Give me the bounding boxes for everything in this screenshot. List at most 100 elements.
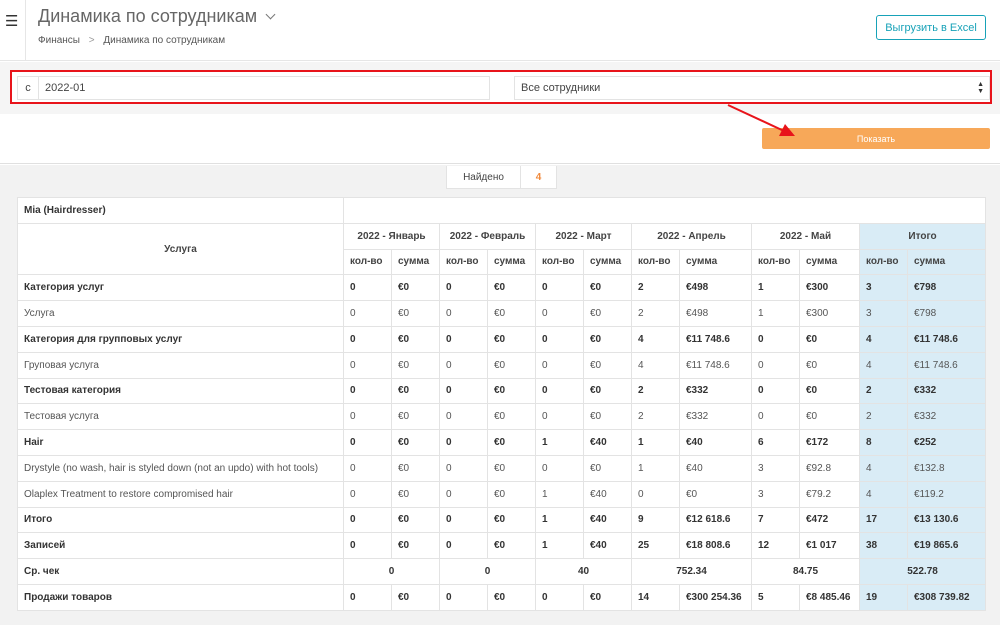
- table-cell: 0: [439, 274, 488, 302]
- sum-header: сумма: [906, 248, 987, 276]
- table-cell: €0: [487, 403, 536, 431]
- table-cell: 0: [343, 454, 392, 482]
- page-title[interactable]: Динамика по сотрудникам: [38, 6, 276, 27]
- show-button[interactable]: Показать: [762, 128, 990, 149]
- breadcrumb: Финансы > Динамика по сотрудникам: [38, 35, 225, 46]
- sum-header: сумма: [583, 248, 632, 276]
- table-cell: 3: [859, 274, 908, 302]
- table-cell: 3: [859, 300, 908, 327]
- table-cell: €12 618.6: [679, 506, 752, 534]
- table-cell: 17: [859, 506, 908, 534]
- table-cell: €0: [391, 429, 440, 456]
- row-label: Продажи товаров: [17, 583, 344, 611]
- table-cell: €40: [679, 429, 752, 456]
- table-cell: €498: [679, 300, 752, 327]
- table-cell: €0: [487, 506, 536, 534]
- table-cell: 12: [751, 532, 800, 560]
- table-cell: 0: [439, 429, 488, 456]
- month-header: 2022 - Март: [535, 222, 632, 250]
- table-cell: 0: [343, 403, 392, 431]
- qty-header: кол-во: [631, 248, 680, 276]
- report-table: Mia (Hairdresser) Услуга 2022 - Январь 2…: [17, 197, 987, 611]
- table-cell: 0: [535, 325, 584, 353]
- table-cell: €0: [679, 480, 752, 508]
- row-label: Итого: [17, 506, 344, 534]
- hamburger-icon[interactable]: ☰: [5, 14, 18, 29]
- table-cell: 3: [751, 480, 800, 508]
- month-header: 2022 - Май: [751, 222, 860, 250]
- table-row: Тестовая категория 0 €0 0 €0 0 €0 2 €332 0 €0 2 €332: [17, 377, 987, 405]
- table-cell: €0: [583, 454, 632, 482]
- table-cell: €0: [487, 325, 536, 353]
- table-cell: €0: [487, 532, 536, 560]
- table-cell: 2: [631, 377, 680, 405]
- table-cell: 1: [535, 429, 584, 456]
- table-row: Груповая услуга 0 €0 0 €0 0 €0 4 €11 748.6 0 €0 4 €1…: [17, 351, 987, 379]
- table-cell: €0: [391, 506, 440, 534]
- table-cell: 0: [343, 480, 392, 508]
- table-cell: 2: [631, 274, 680, 302]
- table-row: Ср. чек 0 0 40 752.34 84.75 522.78: [17, 558, 987, 585]
- table-cell: 25: [631, 532, 680, 560]
- table-cell: 0: [751, 403, 800, 431]
- header-divider: [25, 0, 26, 61]
- table-cell: 0: [439, 377, 488, 405]
- table-cell: €132.8: [906, 454, 987, 482]
- table-cell: €0: [487, 480, 536, 508]
- table-cell: 0: [751, 351, 800, 379]
- table-cell: €252: [906, 429, 987, 456]
- table-cell: €119.2: [906, 480, 987, 508]
- sum-header: сумма: [799, 248, 860, 276]
- month-header: 2022 - Февраль: [439, 222, 536, 250]
- table-cell: €0: [583, 325, 632, 353]
- table-cell: 0: [535, 377, 584, 405]
- table-cell: €0: [799, 351, 860, 379]
- table-cell: 0: [535, 274, 584, 302]
- table-cell: €0: [487, 583, 536, 611]
- table-cell: 0: [535, 351, 584, 379]
- qty-header: кол-во: [535, 248, 584, 276]
- table-cell: €40: [679, 454, 752, 482]
- table-cell: €0: [487, 377, 536, 405]
- table-cell: €0: [583, 583, 632, 611]
- table-cell: €0: [487, 454, 536, 482]
- table-cell: 0: [343, 274, 392, 302]
- month-header: 2022 - Январь: [343, 222, 440, 250]
- table-cell: €0: [391, 351, 440, 379]
- month-header: 2022 - Апрель: [631, 222, 752, 250]
- qty-header: кол-во: [439, 248, 488, 276]
- date-from-input[interactable]: [38, 76, 490, 100]
- table-cell: €0: [487, 300, 536, 327]
- top-bar: ☰ Динамика по сотрудникам Финансы > Дина…: [0, 0, 1000, 61]
- table-cell: 1: [631, 429, 680, 456]
- table-row: Hair 0 €0 0 €0 1 €40 1 €40 6 €172 8 €252: [17, 429, 987, 456]
- export-excel-button[interactable]: Выгрузить в Excel: [876, 15, 986, 40]
- table-cell: €172: [799, 429, 860, 456]
- table-cell: 3: [751, 454, 800, 482]
- table-cell: 2: [859, 403, 908, 431]
- table-cell: 0: [343, 300, 392, 327]
- table-cell: €92.8: [799, 454, 860, 482]
- row-label: Drystyle (no wash, hair is styled down (…: [17, 454, 344, 482]
- qty-header: кол-во: [751, 248, 800, 276]
- table-cell: 2: [631, 403, 680, 431]
- table-cell: 4: [859, 454, 908, 482]
- table-cell: €19 865.6: [906, 532, 987, 560]
- table-cell: 0: [343, 558, 440, 585]
- chevron-down-icon[interactable]: [265, 9, 276, 19]
- breadcrumb-item-finance[interactable]: Финансы: [38, 35, 80, 46]
- table-row: Продажи товаров 0 €0 0 €0 0 €0 14 €300 254.36 5 €8…: [17, 583, 987, 611]
- row-label: Записей: [17, 532, 344, 560]
- table-cell: €40: [583, 532, 632, 560]
- table-cell: €1 017: [799, 532, 860, 560]
- table-cell: 1: [751, 274, 800, 302]
- table-cell: €332: [906, 403, 987, 431]
- table-cell: 522.78: [858, 558, 987, 585]
- table-cell: €11 748.6: [679, 325, 752, 353]
- table-row: Категория услуг 0 €0 0 €0 0 €0 2 €498 1 €300 3 €798: [17, 274, 987, 302]
- sum-header: сумма: [679, 248, 752, 276]
- employee-select[interactable]: Все сотрудники ▲ ▼: [514, 76, 990, 100]
- found-count: 4: [535, 171, 542, 183]
- table-cell: 5: [751, 583, 800, 611]
- table-cell: €0: [391, 300, 440, 327]
